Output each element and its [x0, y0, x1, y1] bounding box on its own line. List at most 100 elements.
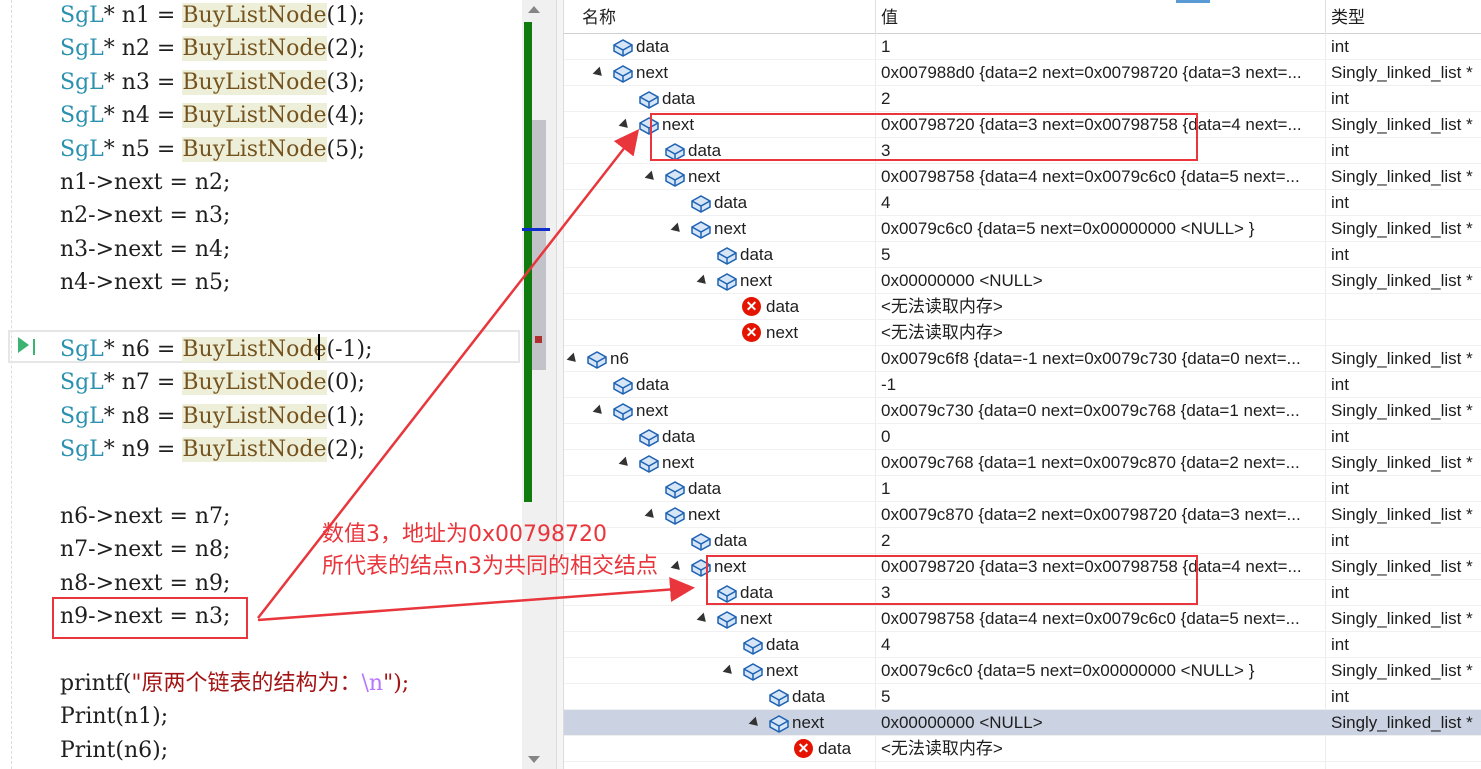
- watch-row[interactable]: data 1 int: [564, 34, 1481, 60]
- watch-type: Singly_linked_list *: [1331, 557, 1473, 576]
- expand-triangle-icon[interactable]: [722, 664, 736, 678]
- watch-value[interactable]: 5: [881, 684, 1326, 710]
- watch-row[interactable]: next 0x0079c6c0 {data=5 next=0x00000000 <…: [564, 658, 1481, 684]
- watch-value[interactable]: -1: [881, 372, 1326, 398]
- type-token: SgL: [60, 337, 104, 362]
- watch-row[interactable]: ✕ data <无法读取内存>: [564, 736, 1481, 762]
- pane-splitter[interactable]: [556, 0, 564, 769]
- watch-row[interactable]: next 0x00798758 {data=4 next=0x0079c6c0 {…: [564, 164, 1481, 190]
- watch-row[interactable]: next 0x00798758 {data=4 next=0x0079c6c0 {…: [564, 606, 1481, 632]
- watch-name: data: [688, 479, 722, 498]
- expand-triangle-icon[interactable]: [644, 508, 658, 522]
- escape-token: \n: [361, 671, 384, 696]
- watch-value[interactable]: 0x0079c768 {data=1 next=0x0079c870 {data…: [881, 450, 1326, 476]
- object-icon: [716, 271, 738, 291]
- object-icon: [664, 141, 686, 161]
- watch-row[interactable]: data 5 int: [564, 684, 1481, 710]
- operator-token: *: [103, 403, 122, 429]
- expand-triangle-icon[interactable]: [592, 404, 606, 418]
- operator-token: *: [103, 370, 122, 396]
- expand-triangle-icon[interactable]: [696, 612, 710, 626]
- watch-value[interactable]: 3: [881, 138, 1326, 164]
- watch-row[interactable]: next 0x0079c6c0 {data=5 next=0x00000000 <…: [564, 216, 1481, 242]
- watch-name: next: [662, 115, 695, 134]
- watch-row[interactable]: next 0x00798720 {data=3 next=0x00798758 {…: [564, 554, 1481, 580]
- watch-row[interactable]: next 0x00000000 <NULL> Singly_linked_list …: [564, 268, 1481, 294]
- watch-value[interactable]: 0x00000000 <NULL>: [881, 268, 1326, 294]
- scrollbar-thumb[interactable]: [532, 120, 546, 370]
- object-icon: [638, 115, 660, 135]
- watch-value[interactable]: 0x00798758 {data=4 next=0x0079c6c0 {data…: [881, 164, 1326, 190]
- watch-value[interactable]: 0x00000000 <NULL>: [881, 710, 1326, 736]
- watch-row[interactable]: data 3 int: [564, 580, 1481, 606]
- watch-value[interactable]: 0x0079c6c0 {data=5 next=0x00000000 <NULL…: [881, 658, 1326, 684]
- column-divider[interactable]: [875, 0, 876, 34]
- watch-row[interactable]: next 0x0079c870 {data=2 next=0x00798720 {…: [564, 502, 1481, 528]
- watch-row[interactable]: next 0x0079c768 {data=1 next=0x0079c870 {…: [564, 450, 1481, 476]
- watch-row[interactable]: n6 0x0079c6f8 {data=-1 next=0x0079c730 {d…: [564, 346, 1481, 372]
- watch-value[interactable]: 0x00798720 {data=3 next=0x00798758 {data…: [881, 112, 1326, 138]
- watch-value[interactable]: 2: [881, 528, 1326, 554]
- object-icon: [612, 375, 634, 395]
- watch-row[interactable]: data 4 int: [564, 190, 1481, 216]
- execution-pointer-icon[interactable]: [18, 337, 29, 353]
- watch-value[interactable]: 0x0079c6c0 {data=5 next=0x00000000 <NULL…: [881, 216, 1326, 242]
- watch-row[interactable]: data 4 int: [564, 632, 1481, 658]
- expand-triangle-icon[interactable]: [592, 66, 606, 80]
- expand-triangle-icon[interactable]: [644, 170, 658, 184]
- operator-token: =: [149, 69, 183, 95]
- watch-row[interactable]: ✕ data <无法读取内存>: [564, 294, 1481, 320]
- watch-row[interactable]: ✕ next <无法读取内存>: [564, 320, 1481, 346]
- watch-value[interactable]: 0x0079c6f8 {data=-1 next=0x0079c730 {dat…: [881, 346, 1326, 372]
- watch-window[interactable]: 名称 值 类型 data 1 int next 0x007988d0 {data=2 n…: [564, 0, 1481, 769]
- watch-row[interactable]: next 0x007988d0 {data=2 next=0x00798720 {…: [564, 60, 1481, 86]
- watch-value[interactable]: 0: [881, 424, 1326, 450]
- operator-token: =: [149, 36, 183, 62]
- statement-token: n9->next = n3;: [60, 604, 231, 630]
- expand-triangle-icon[interactable]: [670, 560, 684, 574]
- watch-value[interactable]: 4: [881, 190, 1326, 216]
- watch-row[interactable]: data 2 int: [564, 86, 1481, 112]
- watch-row[interactable]: data -1 int: [564, 372, 1481, 398]
- watch-value[interactable]: 2: [881, 86, 1326, 112]
- watch-value[interactable]: 1: [881, 34, 1326, 60]
- expand-triangle-icon[interactable]: [748, 716, 762, 730]
- code-line: SgL* n9 = BuyListNode(2);: [60, 433, 365, 466]
- watch-value[interactable]: 3: [881, 580, 1326, 606]
- expand-triangle-icon[interactable]: [670, 222, 684, 236]
- watch-value[interactable]: <无法读取内存>: [881, 294, 1326, 320]
- watch-value[interactable]: 1: [881, 476, 1326, 502]
- watch-row[interactable]: next 0x00798720 {data=3 next=0x00798758 {…: [564, 112, 1481, 138]
- watch-row[interactable]: data 5 int: [564, 242, 1481, 268]
- watch-row[interactable]: next 0x0079c730 {data=0 next=0x0079c768 {…: [564, 398, 1481, 424]
- expand-triangle-icon[interactable]: [618, 456, 632, 470]
- change-tracking-bar: [524, 22, 532, 502]
- arguments-token: (5);: [326, 136, 366, 162]
- scroll-down-arrow-icon[interactable]: [528, 756, 540, 763]
- watch-row[interactable]: data 2 int: [564, 528, 1481, 554]
- expand-triangle-icon[interactable]: [566, 352, 580, 366]
- watch-value[interactable]: 0x0079c730 {data=0 next=0x0079c768 {data…: [881, 398, 1326, 424]
- code-editor[interactable]: SgL* n1 = BuyListNode(1); SgL* n2 = BuyLi…: [0, 0, 522, 769]
- watch-value[interactable]: 0x00798758 {data=4 next=0x0079c6c0 {data…: [881, 606, 1326, 632]
- watch-row[interactable]: next 0x00000000 <NULL> Singly_linked_list …: [564, 710, 1481, 736]
- watch-row[interactable]: data 1 int: [564, 476, 1481, 502]
- expand-triangle-icon[interactable]: [696, 274, 710, 288]
- column-divider[interactable]: [1325, 0, 1326, 34]
- scroll-up-arrow-icon[interactable]: [528, 6, 540, 13]
- column-header-value[interactable]: 值: [881, 0, 898, 34]
- expand-triangle-icon[interactable]: [618, 118, 632, 132]
- watch-value[interactable]: 0x0079c870 {data=2 next=0x00798720 {data…: [881, 502, 1326, 528]
- watch-value[interactable]: <无法读取内存>: [881, 736, 1326, 762]
- watch-row[interactable]: data 0 int: [564, 424, 1481, 450]
- watch-value[interactable]: 0x00798720 {data=3 next=0x00798758 {data…: [881, 554, 1326, 580]
- watch-value[interactable]: <无法读取内存>: [881, 320, 1326, 346]
- column-header-name[interactable]: 名称: [582, 0, 616, 34]
- watch-row[interactable]: data 3 int: [564, 138, 1481, 164]
- watch-value[interactable]: 4: [881, 632, 1326, 658]
- column-header-type[interactable]: 类型: [1331, 0, 1365, 34]
- editor-scrollbar[interactable]: [522, 0, 556, 769]
- code-line: Print(n6);: [60, 734, 168, 767]
- watch-value[interactable]: 0x007988d0 {data=2 next=0x00798720 {data…: [881, 60, 1326, 86]
- watch-value[interactable]: 5: [881, 242, 1326, 268]
